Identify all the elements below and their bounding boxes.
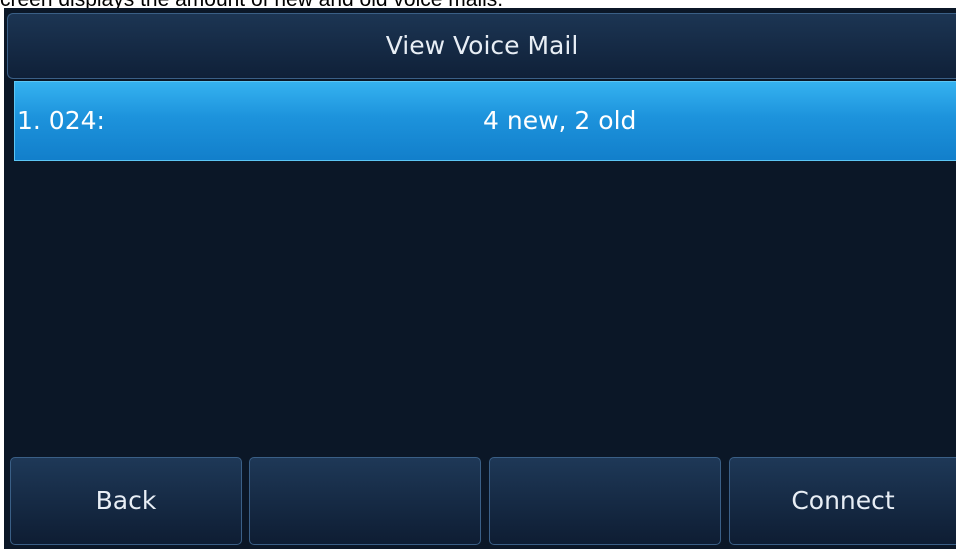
screen-title: View Voice Mail bbox=[7, 13, 956, 79]
back-softkey[interactable]: Back bbox=[10, 457, 242, 545]
softkey-2[interactable] bbox=[249, 457, 481, 545]
voicemail-account-label: 1. 024: bbox=[17, 106, 105, 135]
connect-softkey[interactable]: Connect bbox=[729, 457, 956, 545]
phone-screen: View Voice Mail 1. 024: 4 new, 2 old Bac… bbox=[4, 8, 956, 549]
voicemail-list-item[interactable]: 1. 024: 4 new, 2 old bbox=[14, 81, 956, 161]
voicemail-count: 4 new, 2 old bbox=[483, 106, 637, 135]
softkey-3[interactable] bbox=[489, 457, 721, 545]
